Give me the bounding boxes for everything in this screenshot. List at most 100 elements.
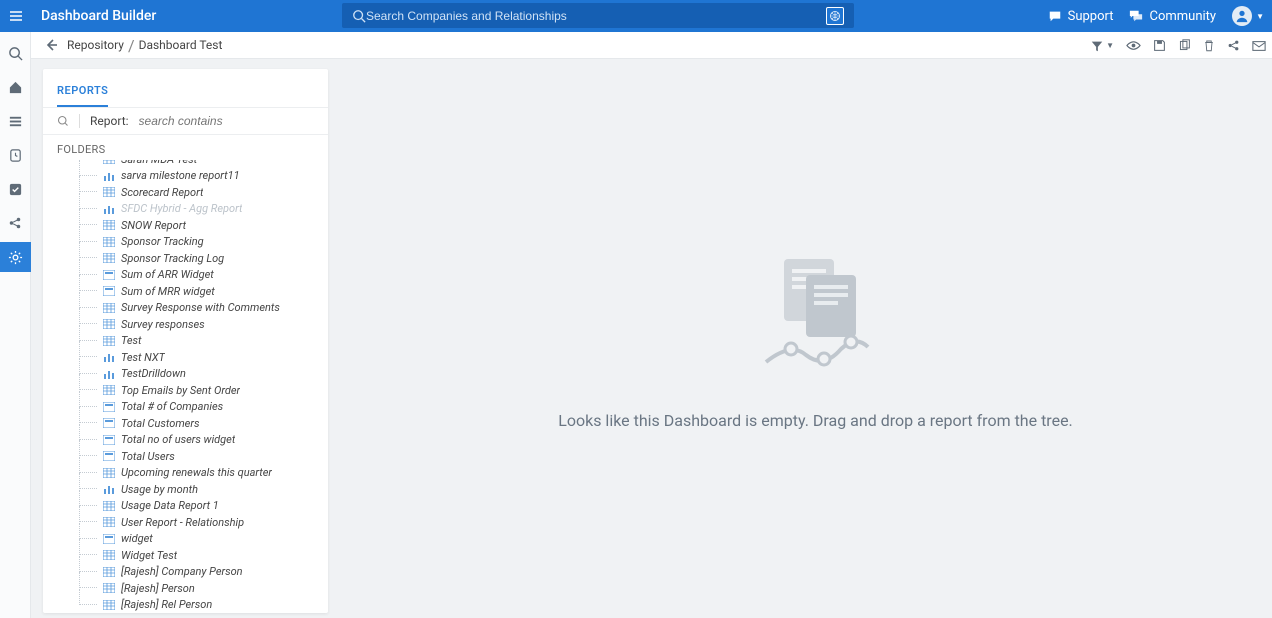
report-tree-item[interactable]: Test bbox=[63, 333, 328, 350]
share-button[interactable] bbox=[1227, 39, 1240, 52]
content-area: REPORTS Report: FOLDERS Sarah MDA Testsa… bbox=[31, 59, 1272, 618]
report-tree-item[interactable]: Usage by month bbox=[63, 481, 328, 498]
report-search-input[interactable] bbox=[139, 114, 314, 128]
report-tree-item[interactable]: Scorecard Report bbox=[63, 184, 328, 201]
check-icon bbox=[8, 182, 23, 197]
app-title: Dashboard Builder bbox=[41, 8, 156, 24]
report-label: TestDrilldown bbox=[121, 367, 186, 380]
copy-button[interactable] bbox=[1178, 39, 1191, 52]
email-button[interactable] bbox=[1252, 40, 1266, 52]
search-label: Report: bbox=[90, 114, 129, 128]
empty-state-message: Looks like this Dashboard is empty. Drag… bbox=[558, 411, 1073, 430]
preview-button[interactable] bbox=[1126, 38, 1141, 53]
report-tree-item[interactable]: sarva milestone report11 bbox=[63, 168, 328, 185]
report-tree-item[interactable]: User Report - Relationship bbox=[63, 514, 328, 531]
bar-chart-icon bbox=[101, 484, 117, 494]
bar-chart-icon bbox=[101, 369, 117, 379]
global-search-input[interactable] bbox=[366, 9, 826, 23]
report-tree-item[interactable]: TestDrilldown bbox=[63, 366, 328, 383]
report-label: sarva milestone report11 bbox=[121, 169, 240, 182]
eye-icon bbox=[1126, 38, 1141, 53]
report-tree-item[interactable]: [Rajesh] Rel Person bbox=[63, 597, 328, 614]
report-label: widget bbox=[121, 532, 153, 545]
report-tree-item[interactable]: [Rajesh] Company Person bbox=[63, 564, 328, 581]
top-bar: Dashboard Builder Support Community ▼ bbox=[0, 0, 1272, 32]
tab-reports[interactable]: REPORTS bbox=[57, 84, 108, 107]
back-arrow-icon[interactable] bbox=[43, 37, 59, 53]
envelope-icon bbox=[1252, 40, 1266, 52]
save-icon bbox=[1153, 39, 1166, 52]
report-label: Survey responses bbox=[121, 318, 205, 331]
report-tree-item[interactable]: Total # of Companies bbox=[63, 399, 328, 416]
report-tree-item[interactable]: widget bbox=[63, 531, 328, 548]
report-label: Sum of MRR widget bbox=[121, 285, 215, 298]
reports-tree[interactable]: Sarah MDA Test sarva milestone report11 Sc… bbox=[43, 160, 328, 613]
support-label: Support bbox=[1068, 9, 1114, 24]
dashboard-canvas[interactable]: Looks like this Dashboard is empty. Drag… bbox=[359, 59, 1272, 618]
rail-home[interactable] bbox=[0, 72, 31, 102]
widget-card-icon bbox=[101, 451, 117, 461]
report-label: [Rajesh] Company Person bbox=[121, 565, 243, 578]
report-tree-item[interactable]: Total Customers bbox=[63, 415, 328, 432]
library-icon bbox=[8, 114, 23, 129]
rail-share[interactable] bbox=[0, 208, 31, 238]
widget-card-icon bbox=[101, 418, 117, 428]
person-icon bbox=[1235, 9, 1249, 23]
toolbar-actions: ▼ bbox=[1090, 32, 1266, 59]
report-tree-item[interactable]: Sum of MRR widget bbox=[63, 283, 328, 300]
delete-button[interactable] bbox=[1203, 39, 1215, 52]
report-tree-item[interactable]: Widget Test bbox=[63, 547, 328, 564]
table-icon bbox=[101, 187, 117, 197]
report-tree-item[interactable]: Sponsor Tracking bbox=[63, 234, 328, 251]
report-tree-item[interactable]: Usage Data Report 1 bbox=[63, 498, 328, 515]
nodes-icon bbox=[8, 216, 22, 230]
bar-chart-icon bbox=[101, 352, 117, 362]
report-tree-item[interactable]: Sum of ARR Widget bbox=[63, 267, 328, 284]
report-label: Total no of users widget bbox=[121, 433, 235, 446]
breadcrumb-root[interactable]: Repository bbox=[67, 38, 124, 52]
table-icon bbox=[101, 501, 117, 511]
rail-clock[interactable] bbox=[0, 140, 31, 170]
globe-icon bbox=[829, 10, 841, 22]
global-search[interactable] bbox=[342, 3, 854, 28]
report-tree-item[interactable]: Upcoming renewals this quarter bbox=[63, 465, 328, 482]
filter-icon bbox=[1090, 39, 1104, 53]
report-tree-item[interactable]: Test NXT bbox=[63, 349, 328, 366]
report-tree-item[interactable]: Total no of users widget bbox=[63, 432, 328, 449]
report-tree-item[interactable]: Total Users bbox=[63, 448, 328, 465]
report-label: [Rajesh] Person bbox=[121, 582, 195, 595]
hamburger-menu-button[interactable] bbox=[0, 0, 31, 32]
report-tree-item[interactable]: SNOW Report bbox=[63, 217, 328, 234]
support-link[interactable]: Support bbox=[1048, 9, 1114, 24]
breadcrumb-current: Dashboard Test bbox=[139, 38, 223, 52]
assist-button[interactable] bbox=[826, 7, 844, 25]
table-icon bbox=[101, 385, 117, 395]
rail-tasks[interactable] bbox=[0, 174, 31, 204]
filter-button[interactable] bbox=[1090, 39, 1104, 53]
user-menu[interactable]: ▼ bbox=[1232, 6, 1264, 26]
report-tree-item[interactable]: Survey responses bbox=[63, 316, 328, 333]
report-label: Sum of ARR Widget bbox=[121, 268, 214, 281]
report-tree-item[interactable]: Survey Response with Comments bbox=[63, 300, 328, 317]
report-tree-item[interactable]: Sarah MDA Test bbox=[63, 160, 328, 168]
filter-dropdown-caret[interactable]: ▼ bbox=[1106, 41, 1114, 50]
chevron-down-icon: ▼ bbox=[1256, 12, 1264, 21]
widget-card-icon bbox=[101, 534, 117, 544]
save-button[interactable] bbox=[1153, 39, 1166, 52]
search-icon bbox=[352, 9, 366, 23]
report-tree-item[interactable]: Top Emails by Sent Order bbox=[63, 382, 328, 399]
table-icon bbox=[101, 303, 117, 313]
rail-search[interactable] bbox=[0, 38, 31, 68]
rail-settings[interactable] bbox=[0, 242, 31, 272]
report-label: Test NXT bbox=[121, 351, 165, 364]
rail-library[interactable] bbox=[0, 106, 31, 136]
report-tree-item[interactable]: Sponsor Tracking Log bbox=[63, 250, 328, 267]
report-label: Top Emails by Sent Order bbox=[121, 384, 240, 397]
community-label: Community bbox=[1149, 9, 1216, 24]
report-tree-item[interactable]: [Rajesh] Person bbox=[63, 580, 328, 597]
community-link[interactable]: Community bbox=[1129, 9, 1216, 24]
copy-icon bbox=[1178, 39, 1191, 52]
report-label: Total # of Companies bbox=[121, 400, 223, 413]
report-label: Sponsor Tracking Log bbox=[121, 252, 224, 265]
report-label: Sarah MDA Test bbox=[121, 160, 197, 166]
